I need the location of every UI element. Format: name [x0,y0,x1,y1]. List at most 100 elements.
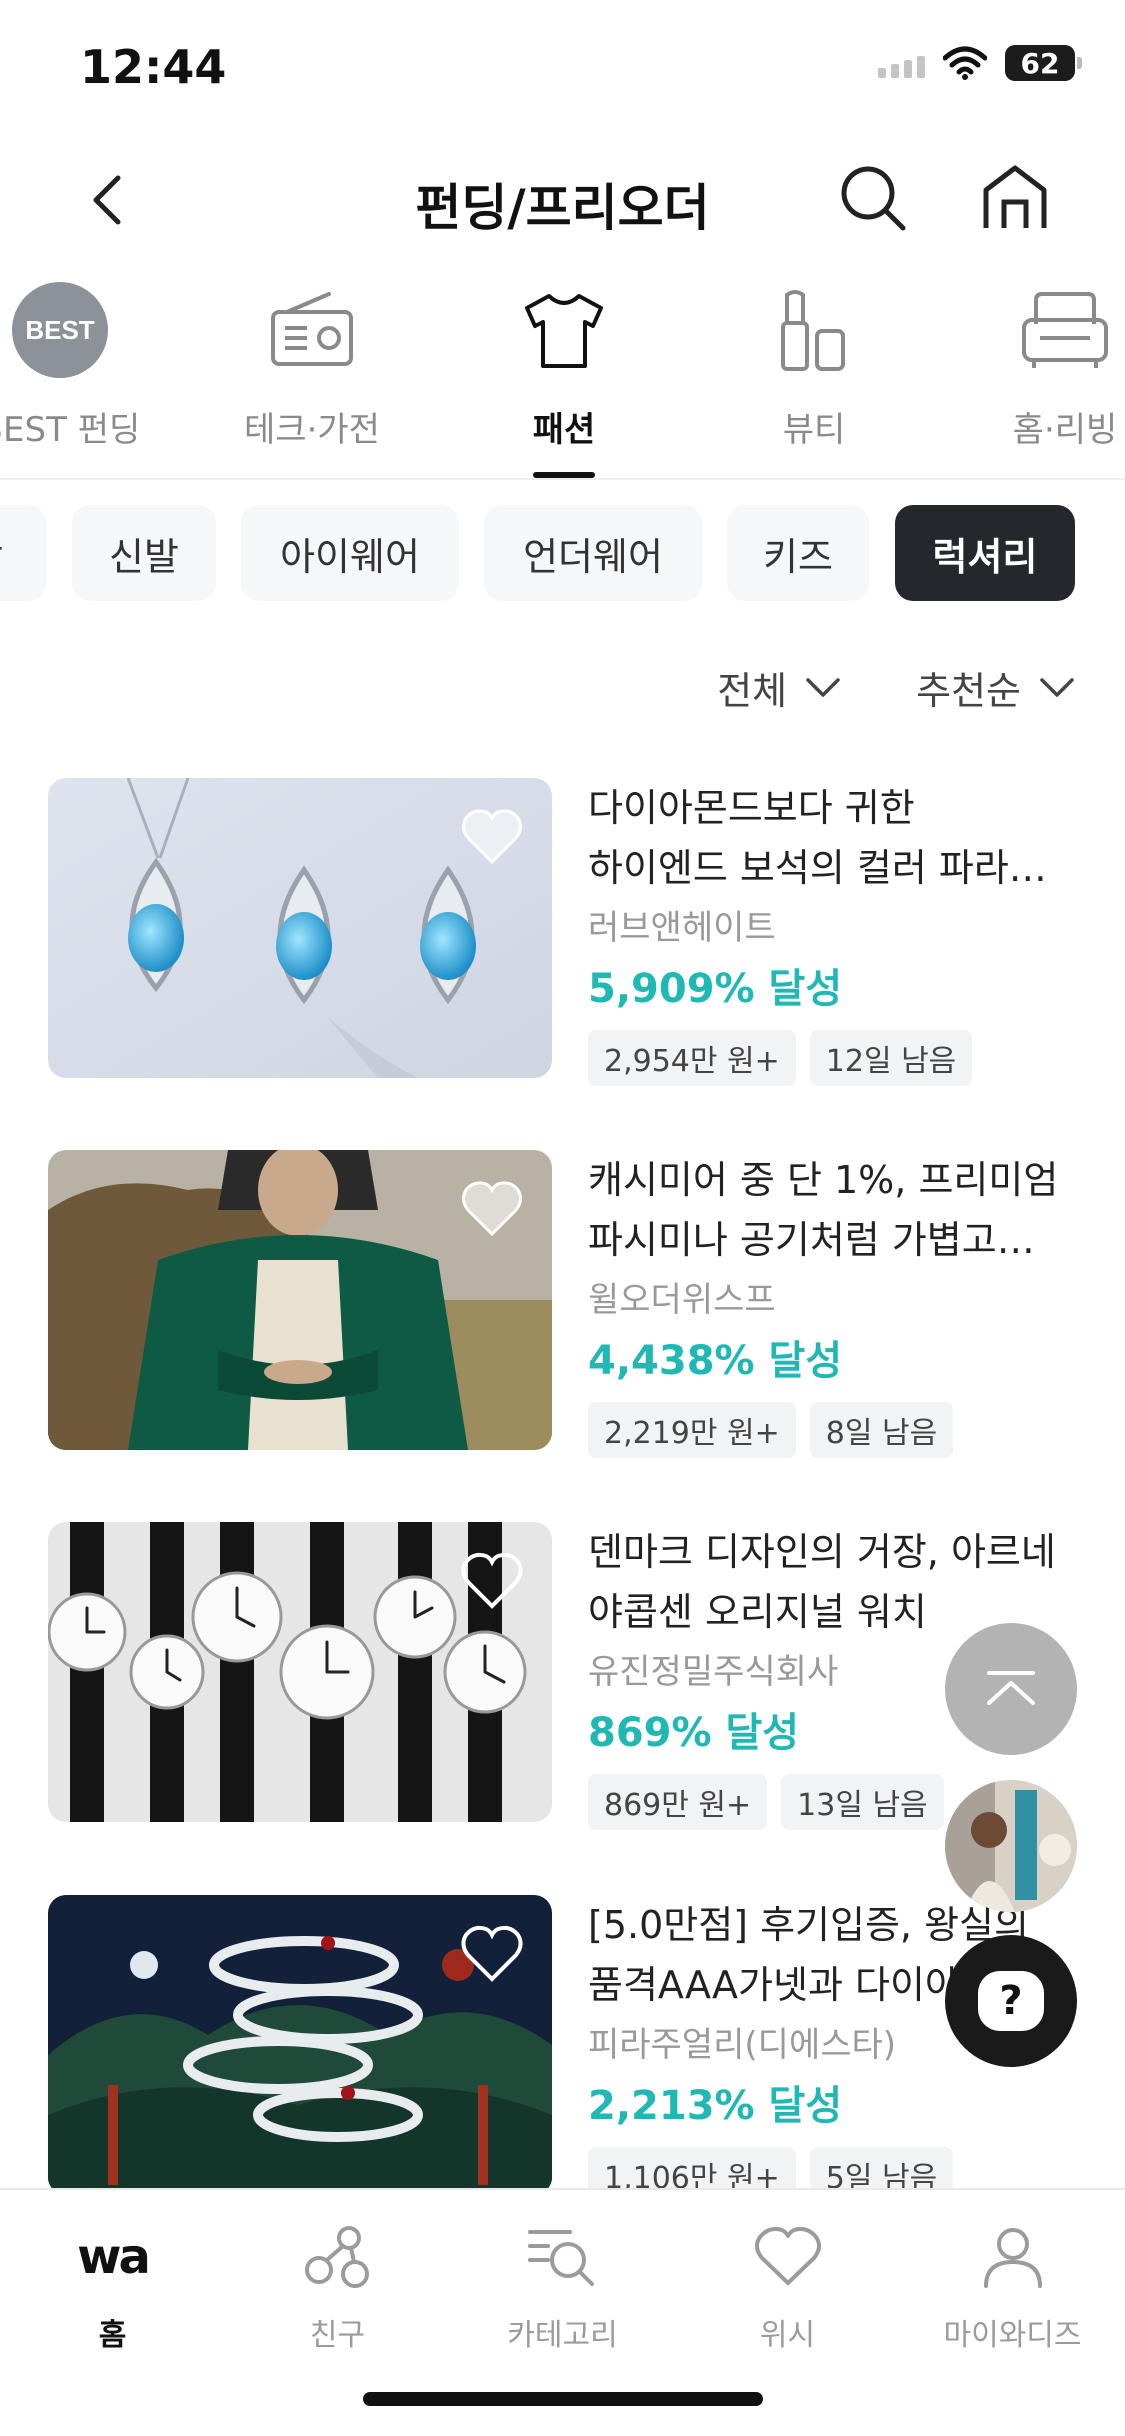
header: 펀딩/프리오더 [0,140,1125,260]
product-maker: 러브앤헤이트 [588,908,776,948]
product-card[interactable]: 다이아몬드보다 귀한 하이엔드 보석의 컬러 파라… 러브앤헤이트 5,909%… [48,778,1078,1086]
product-info: 캐시미어 중 단 1%, 프리미엄 파시미나 공기처럼 가볍고… 윌오더위스프 … [588,1150,1108,1458]
category-search-icon [523,2222,603,2292]
filter-dropdown[interactable]: 전체 [717,660,841,715]
product-card[interactable]: 덴마크 디자인의 거장, 아르네 야콥센 오리지널 워치 유진정밀주식회사 86… [48,1522,1078,1830]
arrow-up-icon [987,1671,1035,1705]
sort-label: 추천순 [916,669,1021,713]
friends-icon [298,2222,378,2292]
tshirt-icon [514,280,614,380]
tab-home-living[interactable]: 홈·리빙 [945,270,1125,478]
tab-label: 홈·리빙 [1012,410,1118,450]
achievement-rate: 4,438% 달성 [588,1338,843,1384]
days-left-tag: 13일 남음 [781,1774,944,1830]
best-badge: BEST [12,282,108,378]
amount-tag: 2,954만 원+ [588,1030,796,1086]
sort-row: 전체 추천순 [717,660,1075,715]
home-icon [983,165,1047,228]
tab-best-funding[interactable]: BEST BEST 펀딩 [0,270,180,478]
status-bar: 12:44 62 [0,0,1125,140]
live-avatar-button[interactable] [945,1780,1077,1912]
product-image-jewelry [48,778,552,1078]
chip-shoes[interactable]: 신발 [72,505,216,601]
heart-icon [748,2222,828,2292]
nav-label: 카테고리 [507,2318,618,2353]
chip-kids[interactable]: 키즈 [727,505,869,601]
nav-label: 친구 [309,2318,366,2353]
product-maker: 윌오더위스프 [588,1280,776,1320]
product-title: 캐시미어 중 단 1%, 프리미엄 파시미나 공기처럼 가볍고… [588,1150,1108,1270]
help-button[interactable]: ? [945,1935,1077,2067]
category-tabs: BEST BEST 펀딩 테크·가전 패션 [0,270,1125,480]
amount-tag: 869만 원+ [588,1774,768,1830]
nav-wish[interactable]: 위시 [675,2210,900,2360]
chip-eyewear[interactable]: 아이웨어 [241,505,459,601]
chevron-down-icon [1040,677,1074,697]
signal-icon [878,48,925,78]
sort-dropdown[interactable]: 추천순 [916,660,1075,715]
product-image-scarf [48,1150,552,1450]
chip-bag[interactable]: 가방 [0,505,46,601]
search-button[interactable] [835,160,910,235]
search-icon [841,166,906,231]
chip-underwear[interactable]: 언더웨어 [484,505,702,601]
help-icon: ? [978,1971,1044,2031]
nav-my-wadiz[interactable]: 마이와디즈 [900,2210,1125,2360]
product-title: 덴마크 디자인의 거장, 아르네 야콥센 오리지널 워치 [588,1522,1108,1642]
product-title-line: 하이엔드 보석의 컬러 파라… [588,846,1047,890]
tab-fashion[interactable]: 패션 [444,270,684,478]
status-icons: 62 [878,45,1082,81]
person-icon [973,2222,1053,2292]
page-title: 펀딩/프리오더 [415,179,710,237]
radio-icon [262,280,362,380]
tab-label: 패션 [532,410,596,450]
tab-active-indicator [533,472,595,478]
best-badge-icon: BEST [10,280,110,380]
product-tags: 2,954만 원+ 12일 남음 [588,1030,1108,1086]
wadiz-logo-icon: wa [73,2222,153,2292]
product-title-line: 파시미나 공기처럼 가볍고… [588,1218,1035,1262]
tab-label: 뷰티 [782,410,846,450]
chip-luxury[interactable]: 럭셔리 [895,505,1075,601]
tab-label: BEST 펀딩 [0,410,141,450]
product-image-rings [48,1895,552,2195]
home-indicator[interactable] [363,2392,763,2406]
sofa-icon [1015,280,1115,380]
product-title-line: 다이아몬드보다 귀한 [588,786,915,830]
wadiz-logo-text: wa [77,2229,151,2285]
product-card[interactable]: 캐시미어 중 단 1%, 프리미엄 파시미나 공기처럼 가볍고… 윌오더위스프 … [48,1150,1078,1458]
product-title-line: 캐시미어 중 단 1%, 프리미엄 [588,1158,1059,1202]
nav-home[interactable]: wa 홈 [0,2210,225,2360]
avatar-image [945,1780,1077,1912]
amount-tag: 2,219만 원+ [588,1402,796,1458]
nav-label: 홈 [98,2318,127,2353]
achievement-rate: 2,213% 달성 [588,2083,843,2129]
home-button[interactable] [978,160,1053,235]
scroll-top-button[interactable] [945,1623,1077,1755]
tab-beauty[interactable]: 뷰티 [694,270,934,478]
wifi-icon [943,46,987,80]
nav-label: 마이와디즈 [943,2318,1082,2353]
product-card[interactable]: [5.0만점] 후기입증, 왕실의 품격AAA가넷과 다이아 피라주얼리(디에스… [48,1895,1078,2203]
wish-heart-icon[interactable] [460,1923,524,1983]
wish-heart-icon[interactable] [460,1178,524,1238]
filter-label: 전체 [717,669,788,713]
tab-tech-appliance[interactable]: 테크·가전 [192,270,432,478]
wish-heart-icon[interactable] [460,806,524,866]
product-image-watches [48,1522,552,1822]
product-tags: 2,219만 원+ 8일 남음 [588,1402,1108,1458]
days-left-tag: 8일 남음 [809,1402,954,1458]
wish-heart-icon[interactable] [460,1550,524,1610]
subcategory-chips: 가방 신발 아이웨어 언더웨어 키즈 럭셔리 [0,505,1125,605]
status-time: 12:44 [80,40,227,94]
nav-friends[interactable]: 친구 [225,2210,450,2360]
cosmetics-icon [764,280,864,380]
nav-category[interactable]: 카테고리 [450,2210,675,2360]
nav-label: 위시 [759,2318,816,2353]
days-left-tag: 12일 남음 [809,1030,973,1086]
achievement-rate: 5,909% 달성 [588,966,843,1012]
product-title: 다이아몬드보다 귀한 하이엔드 보석의 컬러 파라… [588,778,1108,898]
product-title-line: 덴마크 디자인의 거장, 아르네 [588,1530,1056,1574]
chevron-down-icon [806,677,840,697]
battery-icon: 62 [1005,45,1082,81]
